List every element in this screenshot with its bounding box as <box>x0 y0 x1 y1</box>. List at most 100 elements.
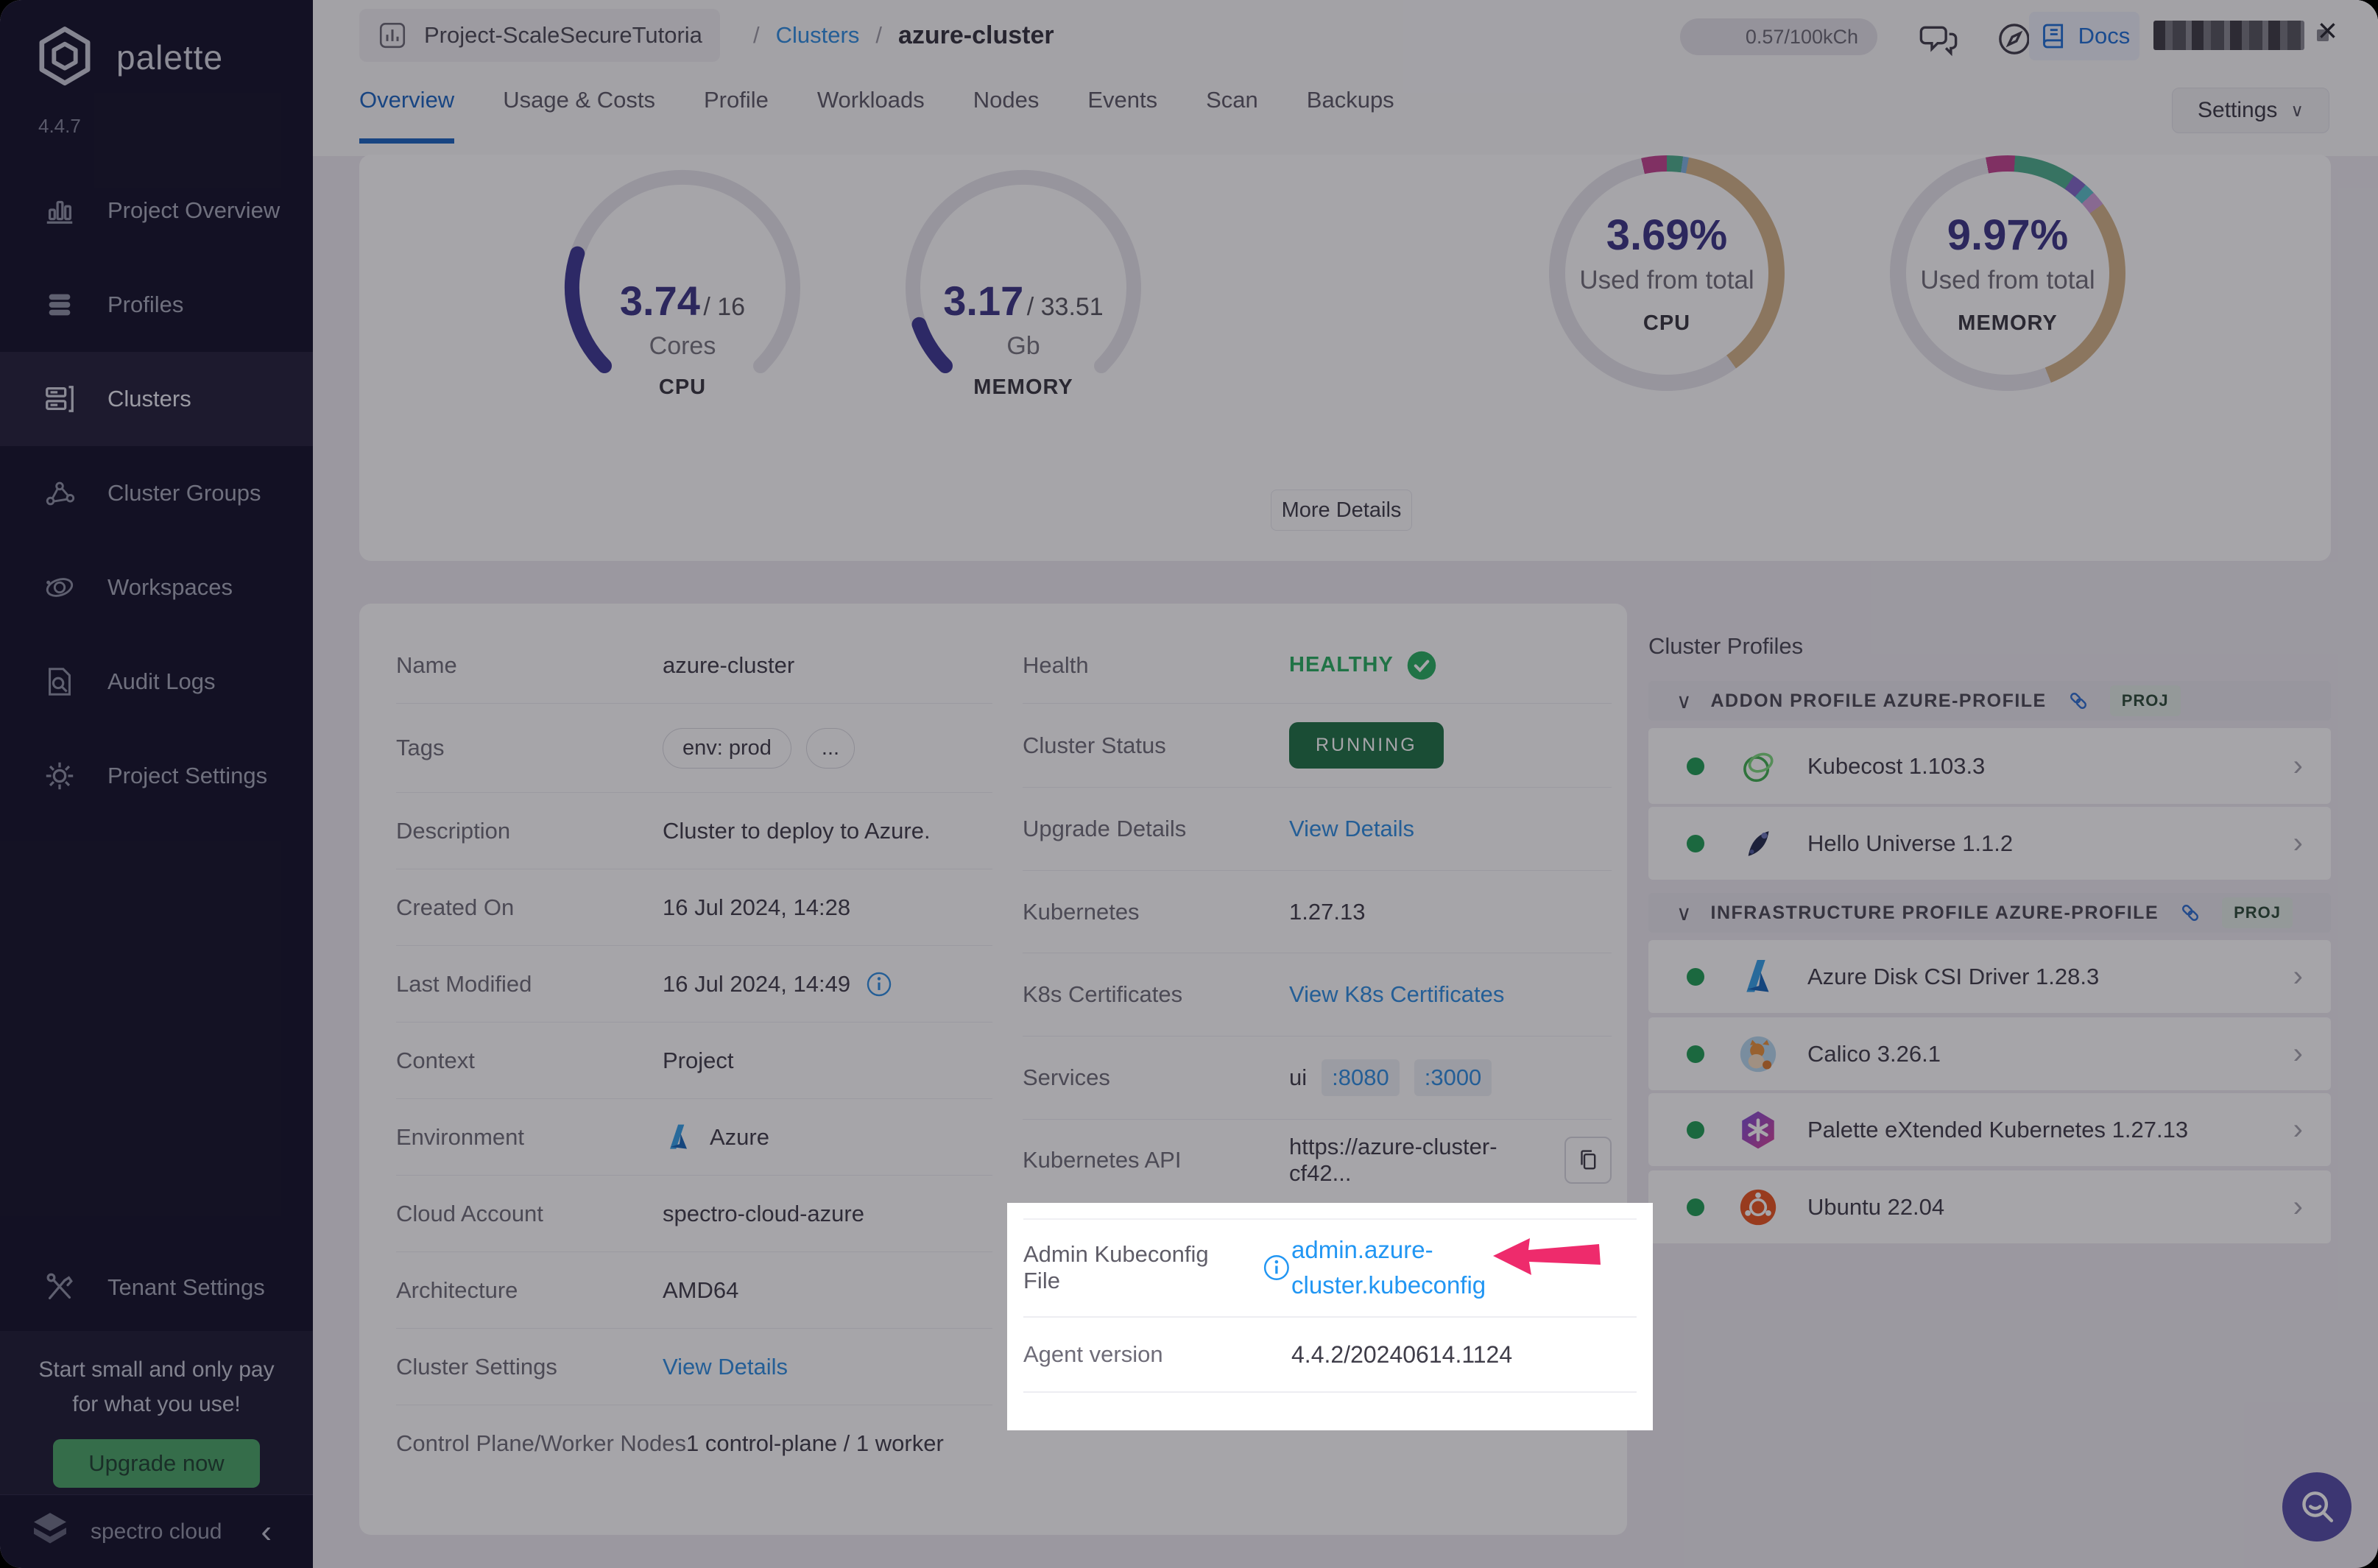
profile-item-azure-csi[interactable]: Azure Disk CSI Driver 1.28.3 › <box>1648 940 2331 1013</box>
status-dot <box>1687 835 1704 852</box>
context-label: Context <box>396 1048 663 1074</box>
copy-button[interactable] <box>1564 1137 1612 1184</box>
sidebar-item-tenant-settings[interactable]: Tenant Settings <box>0 1240 313 1335</box>
cluster-settings-link[interactable]: View Details <box>663 1354 788 1380</box>
network-icon <box>43 476 77 510</box>
tag-env-prod[interactable]: env: prod <box>663 728 791 769</box>
profile-item-calico[interactable]: Calico 3.26.1 › <box>1648 1017 2331 1090</box>
settings-button[interactable]: Settings ∨ <box>2172 88 2329 133</box>
cpu-gauge: 3.74 / 16 Cores CPU <box>561 166 804 409</box>
tab-workloads[interactable]: Workloads <box>817 87 925 144</box>
status-dot <box>1687 1121 1704 1139</box>
sidebar-item-cluster-groups[interactable]: Cluster Groups <box>0 446 313 540</box>
row-health: Health HEALTHY <box>1023 627 1612 704</box>
info-icon[interactable] <box>865 970 893 998</box>
breadcrumb-clusters-link[interactable]: Clusters <box>776 22 860 49</box>
sidebar-item-audit-logs[interactable]: Audit Logs <box>0 635 313 729</box>
brand: palette <box>32 25 223 90</box>
architecture-label: Architecture <box>396 1277 663 1304</box>
settings-label: Settings <box>2198 98 2277 123</box>
created-on-value: 16 Jul 2024, 14:28 <box>663 894 850 921</box>
gear-icon <box>43 759 77 793</box>
profile-item-kubecost[interactable]: Kubecost 1.103.3 › <box>1648 728 2331 804</box>
tab-scan[interactable]: Scan <box>1206 87 1258 144</box>
chevron-right-icon: › <box>2293 1113 2303 1146</box>
profile-item-name: Ubuntu 22.04 <box>1807 1194 1944 1221</box>
status-dot <box>1687 1045 1704 1063</box>
layers-icon <box>43 288 77 322</box>
chevron-down-icon: ∨ <box>1676 901 1692 925</box>
link-icon <box>2066 688 2091 713</box>
profile-item-hello-universe[interactable]: Hello Universe 1.1.2 › <box>1648 807 2331 880</box>
status-badge: RUNNING <box>1289 722 1444 769</box>
status-dot <box>1687 757 1704 775</box>
row-nodes: Control Plane/Worker Nodes 1 control-pla… <box>396 1405 992 1481</box>
chat-icon[interactable] <box>1919 19 1958 59</box>
profile-item-name: Azure Disk CSI Driver 1.28.3 <box>1807 964 2099 990</box>
row-context: Context Project <box>396 1023 992 1099</box>
breadcrumb: / Clusters / azure-cluster <box>753 0 1054 71</box>
context-value: Project <box>663 1048 733 1074</box>
cpu-used: 3.74 <box>620 278 700 324</box>
sidebar-item-clusters[interactable]: Clusters <box>0 352 313 446</box>
info-icon[interactable] <box>1262 1253 1291 1282</box>
kubecost-logo-icon <box>1737 745 1779 788</box>
infrastructure-profile-section-header[interactable]: ∨ INFRASTRUCTURE PROFILE AZURE-PROFILE P… <box>1648 893 2331 933</box>
memory-gauge: 3.17 / 33.51 Gb MEMORY <box>902 166 1145 409</box>
cloud-account-label: Cloud Account <box>396 1201 663 1227</box>
cpu-donut-caption: CPU <box>1643 311 1690 336</box>
cluster-profiles-panel: Cluster Profiles ∨ ADDON PROFILE AZURE-P… <box>1648 633 2331 660</box>
tab-events[interactable]: Events <box>1087 87 1157 144</box>
breadcrumb-project-name: Project-ScaleSecureTutoria <box>424 22 702 49</box>
row-k8s-certificates: K8s Certificates View K8s Certificates <box>1023 953 1612 1036</box>
agent-version-label: Agent version <box>1023 1341 1291 1368</box>
upgrade-details-link[interactable]: View Details <box>1289 816 1414 842</box>
sidebar-item-project-overview[interactable]: Project Overview <box>0 163 313 258</box>
palette-pxk-logo-icon <box>1737 1109 1779 1151</box>
calico-logo-icon <box>1737 1033 1779 1076</box>
sidebar-item-profiles[interactable]: Profiles <box>0 258 313 352</box>
profile-item-pxk[interactable]: Palette eXtended Kubernetes 1.27.13 › <box>1648 1093 2331 1166</box>
health-status: HEALTHY <box>1289 653 1394 677</box>
clusters-icon <box>43 382 77 416</box>
services-label: Services <box>1023 1064 1289 1091</box>
tab-backups[interactable]: Backups <box>1307 87 1394 144</box>
sidebar-item-label: Audit Logs <box>107 668 216 695</box>
more-details-button[interactable]: More Details <box>1271 490 1412 531</box>
chevron-right-icon: › <box>2293 749 2303 783</box>
chevron-down-icon: ∨ <box>2290 100 2304 121</box>
upgrade-now-button[interactable]: Upgrade now <box>53 1439 259 1488</box>
help-search-button[interactable] <box>2282 1472 2351 1541</box>
profile-item-ubuntu[interactable]: Ubuntu 22.04 › <box>1648 1170 2331 1243</box>
tab-profile[interactable]: Profile <box>704 87 769 144</box>
chevron-right-icon: › <box>2293 960 2303 993</box>
upgrade-details-label: Upgrade Details <box>1023 816 1289 842</box>
tag-more[interactable]: ... <box>806 728 855 769</box>
username-redacted[interactable] <box>2153 21 2304 50</box>
ubuntu-logo-icon <box>1737 1186 1779 1229</box>
service-port-8080-link[interactable]: :8080 <box>1322 1059 1400 1096</box>
docs-button[interactable]: Docs <box>2029 12 2139 60</box>
breadcrumb-project[interactable]: Project-ScaleSecureTutoria <box>359 9 720 62</box>
k8s-certificates-link[interactable]: View K8s Certificates <box>1289 981 1504 1008</box>
row-last-modified: Last Modified 16 Jul 2024, 14:49 <box>396 946 992 1023</box>
tutorial-arrow-icon <box>1492 1237 1602 1279</box>
close-icon[interactable]: × <box>2318 10 2338 50</box>
admin-kubeconfig-download-link[interactable]: admin.azure-cluster.kubeconfig <box>1291 1232 1512 1303</box>
tab-usage-costs[interactable]: Usage & Costs <box>503 87 655 144</box>
name-label: Name <box>396 652 663 679</box>
tab-overview[interactable]: Overview <box>359 87 454 144</box>
service-port-3000-link[interactable]: :3000 <box>1414 1059 1492 1096</box>
collapse-sidebar-icon[interactable]: ‹ <box>261 1514 272 1550</box>
compass-icon[interactable] <box>1994 19 2034 59</box>
addon-profile-section-header[interactable]: ∨ ADDON PROFILE AZURE-PROFILE PROJ <box>1648 681 2331 721</box>
tab-nodes[interactable]: Nodes <box>973 87 1040 144</box>
memory-caption: MEMORY <box>902 375 1145 400</box>
memory-total: / 33.51 <box>1027 293 1104 321</box>
sidebar-item-workspaces[interactable]: Workspaces <box>0 540 313 635</box>
sidebar-item-project-settings[interactable]: Project Settings <box>0 729 313 823</box>
kubernetes-label: Kubernetes <box>1023 899 1289 925</box>
sidebar-item-label: Project Settings <box>107 763 267 789</box>
details-left-column: Name azure-cluster Tags env: prod ... De… <box>396 627 992 1481</box>
memory-gauge-text: 3.17 / 33.51 Gb <box>902 277 1145 361</box>
